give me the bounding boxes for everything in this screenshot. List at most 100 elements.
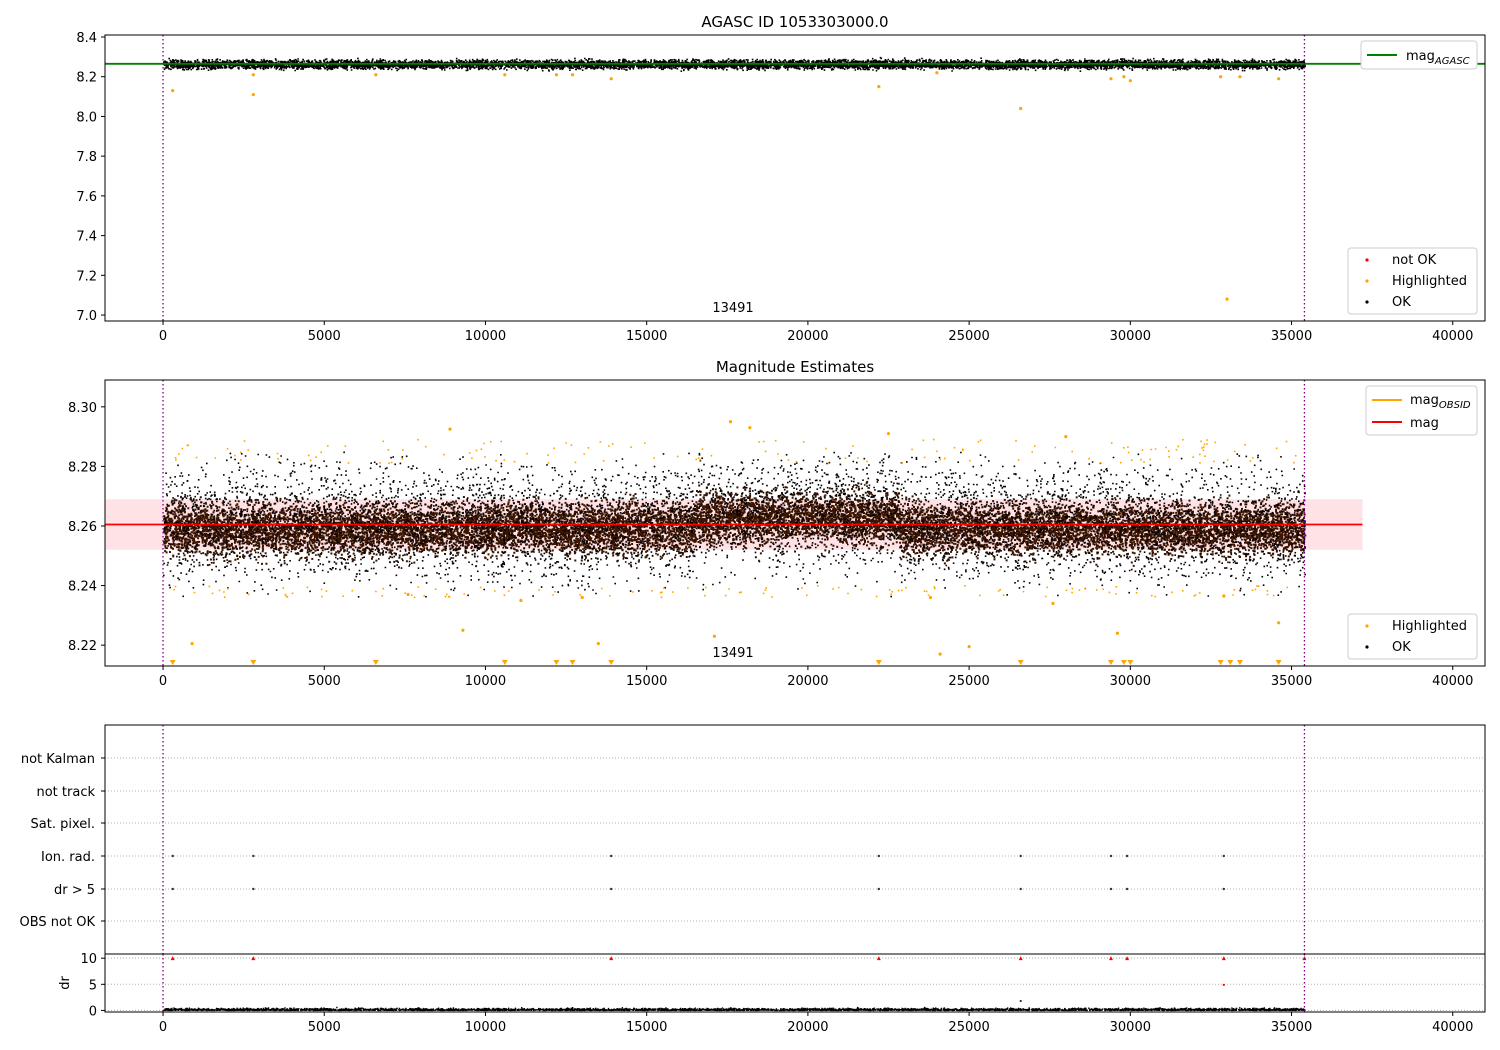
flag-category-label: Ion. rad. (41, 850, 95, 865)
highlighted-point (1064, 435, 1068, 439)
flag-point (1019, 854, 1022, 858)
x-tick-label: 5000 (308, 1020, 341, 1035)
x-tick-label: 20000 (787, 329, 828, 344)
x-tick-label: 0 (159, 1020, 167, 1035)
x-tick-label: 35000 (1271, 1020, 1312, 1035)
highlighted-point (748, 426, 752, 430)
highlighted-point (935, 71, 939, 75)
y-tick-label: 7.0 (76, 309, 97, 324)
y-tick-label: 8.26 (68, 520, 97, 535)
highlighted-point (570, 73, 575, 77)
flag-point (610, 887, 613, 891)
flag-point (171, 887, 174, 891)
x-tick-label: 0 (159, 329, 167, 344)
below-range-marker (1217, 660, 1224, 665)
highlighted-point (1019, 106, 1023, 111)
y-tick-label: 8.4 (76, 31, 97, 46)
highlighted-point (1225, 297, 1229, 301)
y-tick-label: 0 (89, 1004, 97, 1019)
panel-flags-points (171, 854, 1226, 891)
dr-point (1019, 999, 1022, 1003)
y-tick-label: 8.24 (68, 580, 97, 595)
x-tick-label: 30000 (1110, 329, 1151, 344)
below-range-marker (1017, 660, 1024, 665)
flag-category-label: Sat. pixel. (31, 817, 95, 832)
flag-category-label: not track (36, 785, 95, 800)
below-range-marker (372, 660, 379, 665)
x-tick-label: 5000 (308, 674, 341, 689)
y-tick-label: 7.8 (76, 150, 97, 165)
below-range-marker (1227, 660, 1234, 665)
below-range-marker (875, 660, 882, 665)
flag-point (877, 854, 881, 858)
highlighted-point (448, 427, 452, 431)
panel-agasc-x-axis: 0 5000 10000 15000 20000 25000 30000 35000 40000 (159, 321, 1473, 344)
flag-point (252, 887, 255, 891)
x-tick-label: 15000 (626, 1020, 667, 1035)
y-tick-label: 7.4 (76, 230, 97, 245)
highlighted-point (877, 85, 881, 89)
highlighted-point (580, 595, 584, 600)
y-tick-label: 7.6 (76, 190, 97, 205)
legend-marker-highlighted (1365, 624, 1369, 628)
panel-dr-y-axis: 0 5 10 (80, 952, 105, 1019)
y-tick-label: 8.30 (68, 401, 97, 416)
x-tick-label: 35000 (1271, 329, 1312, 344)
x-tick-label: 10000 (465, 329, 506, 344)
panel-magnitude-x-axis: 0 5000 10000 15000 20000 25000 30000 35000 40000 (159, 666, 1473, 689)
highlighted-point (519, 598, 523, 603)
below-range-marker (1236, 660, 1243, 665)
legend-marker-not-ok (1365, 258, 1369, 262)
legend-marker-ok (1365, 645, 1369, 649)
highlighted-point (1109, 77, 1113, 81)
panel-dr-x-axis: 0 5000 10000 15000 20000 25000 30000 35000 40000 (159, 1012, 1473, 1035)
highlighted-point (1277, 77, 1281, 81)
panel-agasc: AGASC ID 1053303000.0 7.0 7.2 7.4 7.6 7.8 8.0… (76, 13, 1486, 344)
panel-dr-frame (104, 953, 1486, 1013)
legend-ok-label: OK (1392, 640, 1411, 655)
flag-category-label: not Kalman (21, 752, 95, 767)
x-tick-label: 40000 (1432, 674, 1473, 689)
legend-marker-ok (1365, 300, 1369, 304)
flag-point (1019, 887, 1022, 891)
highlighted-point (1222, 594, 1226, 598)
dr-capped-marker (876, 956, 881, 961)
panel-agasc-title: AGASC ID 1053303000.0 (701, 13, 888, 31)
panel-dr-ylabel: dr (58, 976, 73, 990)
below-range-marker (501, 660, 508, 665)
flag-point (171, 854, 174, 858)
figure: AGASC ID 1053303000.0 7.0 7.2 7.4 7.6 7.8 8.0… (20, 13, 1486, 1035)
flag-point (1222, 854, 1226, 858)
below-range-marker (608, 660, 615, 665)
flag-category-label: OBS not OK (20, 915, 96, 930)
panel-magnitude-points (163, 420, 1307, 665)
highlighted-point (596, 642, 600, 646)
panel-dr-points (163, 956, 1307, 1012)
highlighted-point (712, 634, 716, 638)
dr-points (163, 1006, 1306, 1012)
y-tick-label: 8.22 (68, 639, 97, 654)
x-tick-label: 30000 (1110, 674, 1151, 689)
highlighted-point (967, 645, 971, 649)
dr-capped-marker (1108, 956, 1113, 961)
panel-flags-grid (105, 757, 1485, 922)
highlighted-point (406, 592, 410, 597)
panel-agasc-point-legend: not OK Highlighted OK (1347, 247, 1478, 315)
x-tick-label: 40000 (1432, 1020, 1473, 1035)
panel-magnitude-line-legend: magOBSID mag (1365, 385, 1478, 436)
panel-magnitude-title: Magnitude Estimates (716, 358, 874, 376)
x-tick-label: 40000 (1432, 329, 1473, 344)
highlighted-point (1115, 631, 1120, 635)
y-tick-label: 8.2 (76, 71, 97, 86)
flag-point (1109, 854, 1113, 858)
highlighted-point (1128, 79, 1132, 83)
highlighted-point (1238, 75, 1242, 79)
highlighted-point (1051, 601, 1055, 606)
highlighted-point (1277, 621, 1281, 625)
highlighted-point (251, 92, 255, 97)
highlighted-point (374, 73, 378, 77)
legend-highlighted-label: Highlighted (1392, 619, 1467, 634)
legend-mag-main: mag (1410, 393, 1439, 408)
legend-mag-label: mag (1410, 416, 1439, 431)
flag-point (1125, 887, 1129, 891)
